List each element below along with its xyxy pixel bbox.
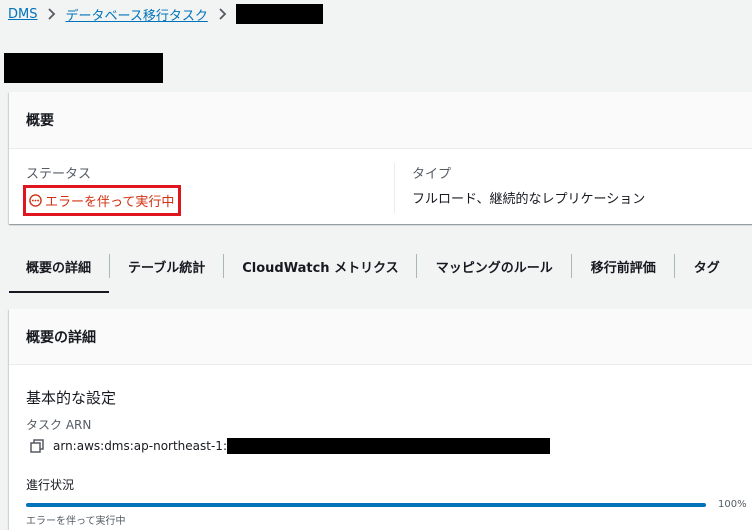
status-value: エラーを伴って実行中 [45, 195, 175, 210]
breadcrumb-tasks-link[interactable]: データベース移行タスク [65, 5, 207, 24]
chevron-right-icon [218, 8, 227, 20]
details-header: 概要の詳細 [9, 309, 752, 365]
page-title-redacted [4, 53, 163, 83]
breadcrumb-dms-link[interactable]: DMS [8, 7, 37, 22]
status-highlight: エラーを伴って実行中 [23, 185, 182, 216]
task-arn-label: タスク ARN [26, 418, 92, 432]
progress-label: 進行状況 [26, 478, 75, 492]
summary-header: 概要 [9, 92, 752, 149]
type-value: フルロード、継続的なレプリケーション [412, 192, 646, 207]
breadcrumb-task-name-redacted [235, 4, 323, 24]
status-column: ステータス エラーを伴って実行中 [9, 163, 395, 216]
progress-status-text: エラーを伴って実行中 [26, 516, 126, 527]
tab-cloudwatch-metrics[interactable]: CloudWatch メトリクス [224, 247, 415, 293]
tab-tags[interactable]: タグ [675, 247, 738, 293]
type-column: タイプ フルロード、継続的なレプリケーション [395, 163, 645, 213]
details-panel: 概要の詳細 基本的な設定 タスク ARN arn:aws:dms:ap-nort… [9, 309, 752, 530]
progress-bar [26, 502, 706, 507]
task-arn-prefix: arn:aws:dms:ap-northeast-1: [53, 439, 227, 453]
progress-bar-fill [26, 502, 706, 507]
tab-bar: 概要の詳細 テーブル統計 CloudWatch メトリクス マッピングのルール … [9, 247, 738, 293]
ellipsis-circle-icon [29, 194, 42, 207]
basic-settings-title: 基本的な設定 [26, 389, 117, 407]
chevron-right-icon [47, 8, 56, 20]
tab-table-statistics[interactable]: テーブル統計 [110, 247, 223, 293]
task-arn-row: arn:aws:dms:ap-northeast-1: [26, 438, 752, 454]
breadcrumb: DMS データベース移行タスク [8, 3, 323, 25]
tab-premigration-assessment[interactable]: 移行前評価 [572, 247, 674, 293]
summary-panel: 概要 ステータス エラーを伴って実行中 タイプ フルロード、継続的なレプリケーシ… [9, 92, 752, 224]
progress-row: 100% [26, 499, 752, 510]
tab-overview-details[interactable]: 概要の詳細 [9, 247, 109, 293]
copy-icon[interactable] [30, 439, 44, 453]
task-arn-redacted [226, 438, 550, 454]
tab-mapping-rules[interactable]: マッピングのルール [417, 247, 571, 293]
status-label: ステータス [26, 167, 92, 182]
type-label: タイプ [412, 167, 452, 182]
progress-percent: 100% [718, 499, 747, 510]
